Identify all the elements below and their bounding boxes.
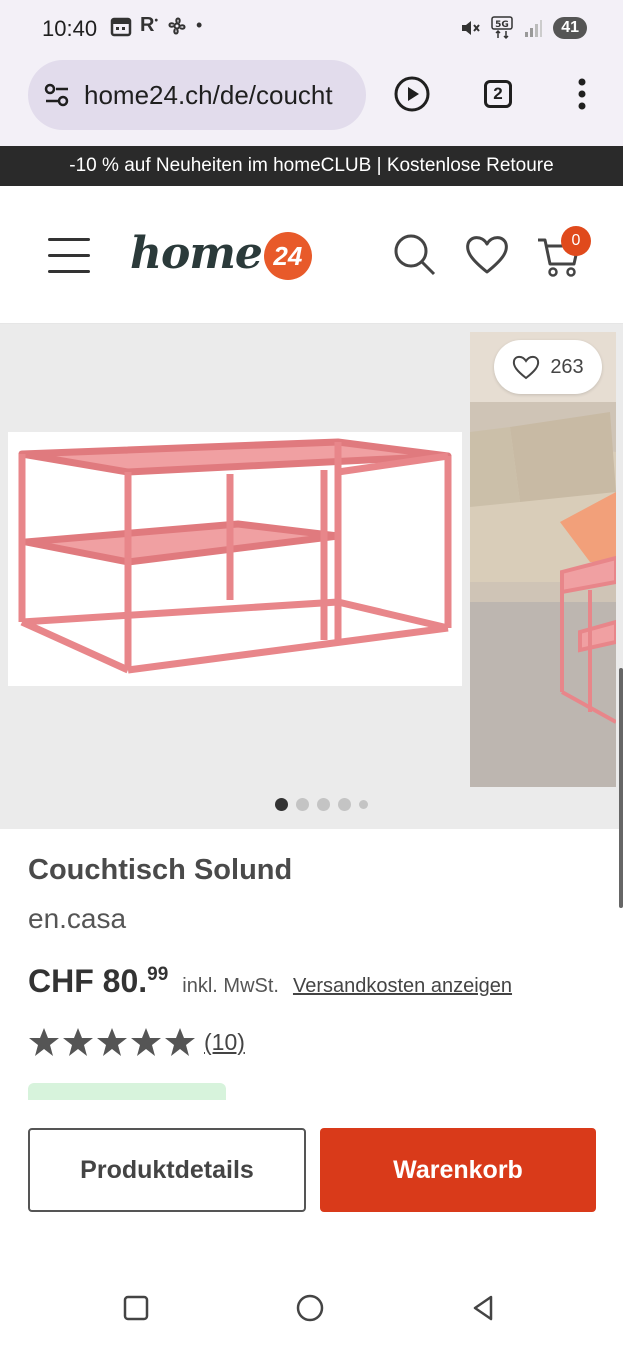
status-icons-right: 5G 41: [459, 16, 587, 40]
home24-logo[interactable]: home 24: [130, 226, 312, 280]
review-count-link[interactable]: (10): [204, 1029, 245, 1056]
star-icon: [165, 1028, 195, 1056]
status-bar: 10:40 R• • 5G 41: [0, 0, 623, 60]
status-icons-left: R• •: [110, 14, 202, 37]
heart-outline-icon: [513, 355, 540, 380]
star-icon: [131, 1028, 161, 1056]
system-nav-bar: [0, 1266, 623, 1350]
price-cents: 99: [147, 964, 169, 985]
promo-text: -10 % auf Neuheiten im homeCLUB | Kosten…: [69, 155, 554, 176]
logo-word: home: [130, 227, 263, 279]
notification-dot-icon: •: [195, 15, 203, 35]
recents-button[interactable]: [118, 1290, 154, 1326]
availability-badge: [28, 1083, 226, 1101]
menu-button[interactable]: [48, 238, 90, 274]
site-settings-icon[interactable]: [42, 80, 72, 110]
search-button[interactable]: [392, 232, 438, 278]
home-circle-icon: [296, 1294, 324, 1322]
rating-stars[interactable]: (10): [28, 1026, 245, 1058]
back-button[interactable]: [466, 1290, 502, 1326]
pagination-dot[interactable]: [317, 797, 330, 811]
product-info: Couchtisch Solund en.casa CHF 80. 99 ink…: [8, 829, 615, 1109]
media-play-button[interactable]: [392, 74, 432, 114]
5g-icon: 5G: [491, 16, 513, 40]
fan-icon: [168, 17, 186, 34]
status-time: 10:40: [42, 16, 98, 41]
mute-icon: [462, 21, 480, 35]
wishlist-button[interactable]: [464, 232, 510, 278]
browser-menu-button[interactable]: [562, 74, 602, 114]
product-details-button[interactable]: Produktdetails: [28, 1128, 306, 1212]
shipping-costs-link[interactable]: Versandkosten anzeigen: [293, 975, 512, 998]
url-text[interactable]: home24.ch/de/coucht: [84, 80, 354, 111]
calendar-icon: [110, 17, 132, 36]
logo-badge: 24: [263, 232, 312, 280]
home-button[interactable]: [292, 1290, 328, 1326]
star-icon: [29, 1028, 59, 1056]
product-title: Couchtisch Solund: [28, 854, 293, 886]
star-icon: [97, 1028, 127, 1056]
room-scene-image: [470, 332, 616, 787]
svg-text:5G: 5G: [495, 20, 509, 30]
cart-count-badge: 0: [561, 226, 591, 256]
battery-indicator: 41: [553, 17, 587, 39]
heart-icon: [466, 236, 508, 274]
favorite-count: 263: [550, 355, 584, 378]
tab-count: 2: [484, 80, 512, 108]
favorite-chip[interactable]: 263: [494, 340, 602, 394]
star-icon: [63, 1028, 93, 1056]
promo-banner[interactable]: -10 % auf Neuheiten im homeCLUB | Kosten…: [0, 146, 623, 186]
tab-switcher-button[interactable]: 2: [478, 74, 518, 114]
back-icon: [473, 1295, 493, 1321]
pagination-dot[interactable]: [275, 797, 288, 811]
coffee-table-image: [18, 438, 452, 674]
signal-icon: [525, 20, 543, 37]
gallery-pagination: [0, 797, 623, 811]
vat-note: inkl. MwSt.: [182, 975, 279, 997]
more-vertical-icon: [578, 78, 586, 110]
product-gallery[interactable]: 263: [0, 324, 623, 829]
action-bar: Produktdetails Warenkorb: [0, 1100, 623, 1266]
url-bar[interactable]: home24.ch/de/coucht: [28, 60, 366, 130]
pagination-dot[interactable]: [296, 797, 309, 811]
r-icon: R•: [140, 14, 158, 36]
scroll-indicator: [619, 668, 623, 908]
price-row: CHF 80. 99 inkl. MwSt. Versandkosten anz…: [28, 963, 512, 1000]
pagination-dot[interactable]: [338, 797, 351, 811]
product-image-main[interactable]: [8, 432, 462, 686]
add-to-cart-button[interactable]: Warenkorb: [320, 1128, 596, 1212]
browser-toolbar: home24.ch/de/coucht 2: [0, 60, 623, 146]
product-brand[interactable]: en.casa: [28, 903, 126, 935]
play-circle-icon: [394, 76, 430, 112]
site-header: home 24 0: [0, 186, 623, 324]
product-image-room[interactable]: [470, 332, 616, 787]
search-icon: [394, 234, 436, 276]
pagination-dot[interactable]: [359, 799, 368, 809]
price-main: CHF 80.: [28, 963, 148, 999]
recents-icon: [123, 1295, 149, 1321]
